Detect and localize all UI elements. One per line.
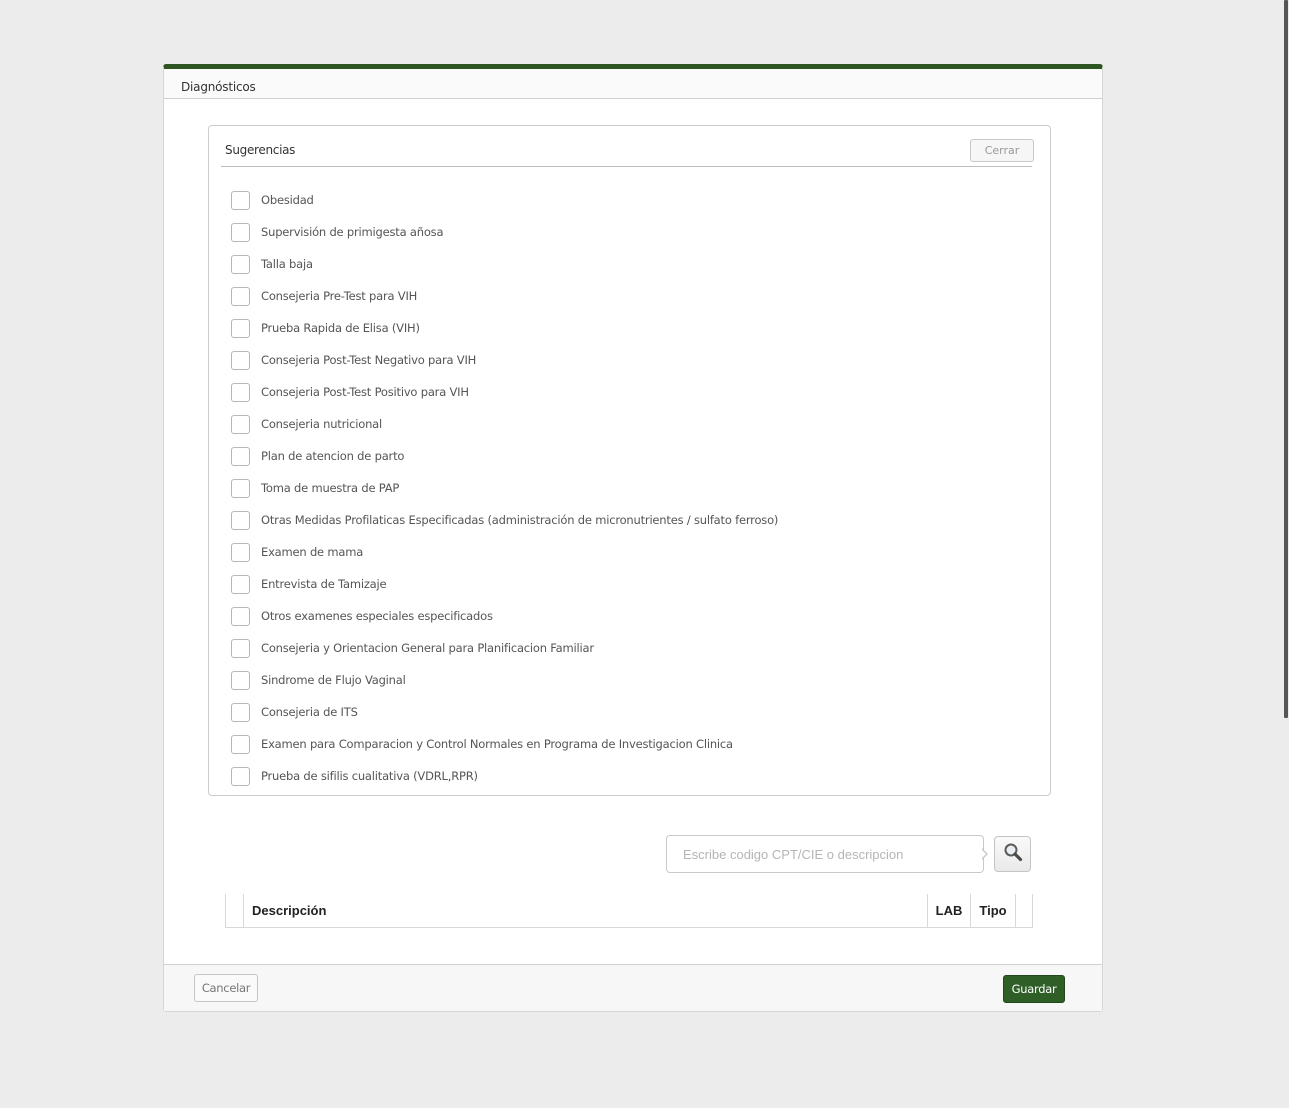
suggestion-checkbox[interactable]: [231, 542, 250, 562]
suggestion-checkbox[interactable]: [231, 190, 250, 210]
suggestion-item[interactable]: Consejeria y Orientacion General para Pl…: [231, 632, 778, 664]
suggestion-checkbox[interactable]: [231, 254, 250, 274]
suggestion-checkbox[interactable]: [231, 222, 250, 242]
suggestion-checkbox[interactable]: [231, 574, 250, 594]
suggestion-label: Consejeria Post-Test Negativo para VIH: [261, 353, 477, 367]
diagnosis-table: Descripción LAB Tipo: [225, 894, 1033, 928]
suggestion-checkbox[interactable]: [231, 510, 250, 530]
suggestion-item[interactable]: Otras Medidas Profilaticas Especificadas…: [231, 504, 778, 536]
table-header-actions: [1015, 894, 1033, 927]
suggestion-checkbox[interactable]: [231, 446, 250, 466]
suggestion-checkbox[interactable]: [231, 318, 250, 338]
suggestion-checkbox[interactable]: [231, 382, 250, 402]
suggestion-item[interactable]: Prueba de sifilis cualitativa (VDRL,RPR): [231, 760, 778, 792]
suggestion-label: Examen para Comparacion y Control Normal…: [261, 737, 733, 751]
suggestion-label: Consejeria de ITS: [261, 705, 358, 719]
suggestion-label: Plan de atencion de parto: [261, 449, 405, 463]
suggestion-item[interactable]: Toma de muestra de PAP: [231, 472, 778, 504]
suggestion-label: Sindrome de Flujo Vaginal: [261, 673, 406, 687]
suggestion-label: Examen de mama: [261, 545, 364, 559]
suggestion-item[interactable]: Examen de mama: [231, 536, 778, 568]
suggestion-label: Otros examenes especiales especificados: [261, 609, 493, 623]
suggestion-checkbox[interactable]: [231, 638, 250, 658]
suggestions-title: Sugerencias: [225, 143, 296, 157]
suggestion-checkbox[interactable]: [231, 766, 250, 786]
suggestion-label: Consejeria Post-Test Positivo para VIH: [261, 385, 469, 399]
suggestion-checkbox[interactable]: [231, 350, 250, 370]
suggestions-list: Obesidad Supervisión de primigesta añosa…: [231, 184, 778, 792]
close-suggestions-button[interactable]: Cerrar: [970, 139, 1034, 162]
suggestion-label: Obesidad: [261, 193, 314, 207]
suggestion-item[interactable]: Plan de atencion de parto: [231, 440, 778, 472]
suggestion-checkbox[interactable]: [231, 286, 250, 306]
suggestion-label: Prueba Rapida de Elisa (VIH): [261, 321, 420, 335]
suggestion-checkbox[interactable]: [231, 478, 250, 498]
suggestion-label: Talla baja: [261, 257, 313, 271]
suggestion-item[interactable]: Examen para Comparacion y Control Normal…: [231, 728, 778, 760]
modal-footer: Cancelar Guardar: [164, 964, 1102, 1011]
suggestion-item[interactable]: Entrevista de Tamizaje: [231, 568, 778, 600]
suggestion-item[interactable]: Supervisión de primigesta añosa: [231, 216, 778, 248]
magnifier-icon: [1003, 842, 1023, 866]
suggestion-checkbox[interactable]: [231, 702, 250, 722]
suggestion-item[interactable]: Consejeria Pre-Test para VIH: [231, 280, 778, 312]
suggestion-label: Entrevista de Tamizaje: [261, 577, 387, 591]
table-header-select: [226, 894, 243, 927]
suggestion-checkbox[interactable]: [231, 414, 250, 434]
table-header-tipo: Tipo: [970, 894, 1015, 927]
suggestion-item[interactable]: Consejeria Post-Test Negativo para VIH: [231, 344, 778, 376]
table-header-lab: LAB: [927, 894, 970, 927]
search-input-arrow-inner: [981, 849, 986, 859]
suggestion-label: Prueba de sifilis cualitativa (VDRL,RPR): [261, 769, 478, 783]
suggestion-label: Consejeria nutricional: [261, 417, 383, 431]
suggestion-label: Consejeria Pre-Test para VIH: [261, 289, 418, 303]
modal-header: Diagnósticos: [164, 69, 1102, 99]
suggestion-item[interactable]: Consejeria Post-Test Positivo para VIH: [231, 376, 778, 408]
suggestion-checkbox[interactable]: [231, 734, 250, 754]
suggestion-item[interactable]: Consejeria de ITS: [231, 696, 778, 728]
suggestion-label: Supervisión de primigesta añosa: [261, 225, 444, 239]
suggestion-item[interactable]: Talla baja: [231, 248, 778, 280]
suggestion-label: Consejeria y Orientacion General para Pl…: [261, 641, 594, 655]
table-header-descripcion: Descripción: [243, 894, 927, 927]
save-button[interactable]: Guardar: [1003, 975, 1065, 1003]
suggestion-label: Otras Medidas Profilaticas Especificadas…: [261, 513, 779, 527]
suggestion-label: Toma de muestra de PAP: [261, 481, 400, 495]
suggestion-item[interactable]: Otros examenes especiales especificados: [231, 600, 778, 632]
suggestions-header: Sugerencias Cerrar: [221, 126, 1034, 167]
suggestion-item[interactable]: Prueba Rapida de Elisa (VIH): [231, 312, 778, 344]
page-scrollbar[interactable]: [1283, 0, 1289, 1108]
modal-title: Diagnósticos: [181, 80, 256, 94]
diagnosis-search-input[interactable]: [666, 835, 984, 873]
suggestion-item[interactable]: Sindrome de Flujo Vaginal: [231, 664, 778, 696]
suggestion-checkbox[interactable]: [231, 670, 250, 690]
cancel-button[interactable]: Cancelar: [194, 974, 258, 1002]
suggestions-panel: Sugerencias Cerrar Obesidad Supervisión …: [208, 125, 1051, 796]
page-scrollbar-thumb[interactable]: [1284, 0, 1288, 718]
suggestion-checkbox[interactable]: [231, 606, 250, 626]
diagnosticos-modal: Diagnósticos Sugerencias Cerrar Obesidad…: [163, 64, 1103, 1012]
search-button[interactable]: [994, 836, 1031, 872]
suggestion-item[interactable]: Obesidad: [231, 184, 778, 216]
suggestion-item[interactable]: Consejeria nutricional: [231, 408, 778, 440]
